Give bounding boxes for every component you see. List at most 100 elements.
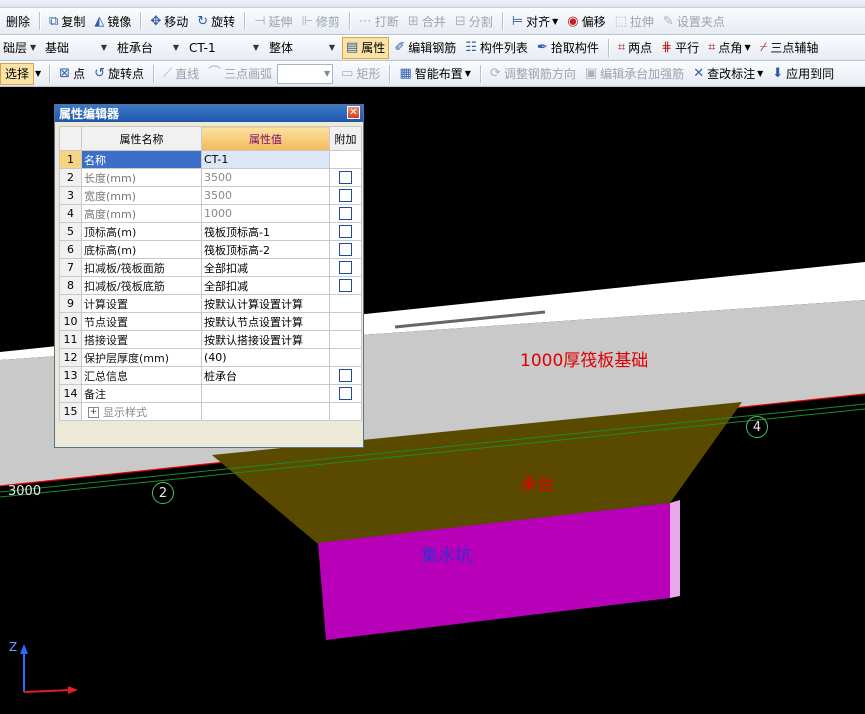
category-select[interactable]: 基础 ▼: [42, 38, 110, 58]
point-button[interactable]: ⊠ 点: [55, 63, 89, 85]
align-button[interactable]: ⊨ 对齐 ▼: [508, 10, 563, 32]
arc-button[interactable]: ⌒ 三点画弧: [204, 63, 276, 85]
grip-button[interactable]: ✎ 设置夹点: [659, 10, 729, 32]
table-row[interactable]: 11 搭接设置 按默认搭接设置计算: [59, 330, 362, 349]
extend-button[interactable]: ⊣ 延伸: [250, 10, 296, 32]
chevron-down-icon: ▼: [464, 69, 471, 78]
split-button[interactable]: ⊟ 分割: [451, 10, 497, 32]
extra-checkbox[interactable]: [339, 225, 352, 239]
table-row[interactable]: 5 顶标高(m) 筏板顶标高-1: [59, 222, 362, 241]
trim-button[interactable]: ⊩ 修剪: [298, 10, 344, 32]
extra-checkbox[interactable]: [339, 207, 352, 221]
table-row[interactable]: 2 长度(mm) 3500: [59, 168, 362, 187]
x-axis-arrow: [68, 686, 78, 694]
property-value[interactable]: [201, 402, 330, 421]
three-point-axis-button[interactable]: ⌿ 三点辅轴: [756, 37, 823, 59]
expand-icon[interactable]: +: [88, 407, 99, 418]
extra-checkbox[interactable]: [339, 369, 352, 383]
property-value[interactable]: 按默认搭接设置计算: [201, 330, 330, 349]
align-icon: ⊨: [511, 13, 524, 29]
table-row[interactable]: 4 高度(mm) 1000: [59, 204, 362, 223]
property-value[interactable]: 桩承台: [201, 366, 330, 385]
move-button[interactable]: ✥ 移动: [146, 10, 192, 32]
property-value[interactable]: 3500: [201, 186, 330, 205]
rectangle-button[interactable]: ▭ 矩形: [337, 63, 384, 85]
pile-cap-label: 承台: [520, 475, 554, 495]
property-name-text: 节点设置: [84, 315, 128, 329]
offset-button[interactable]: ◉ 偏移: [563, 10, 609, 32]
element-select[interactable]: CT-1 ▼: [186, 38, 262, 58]
table-row[interactable]: 15 + 显示样式: [59, 402, 362, 421]
close-button[interactable]: ✕: [347, 106, 360, 119]
floor-select[interactable]: 础层 ▼: [0, 38, 38, 58]
rotate-point-button[interactable]: ↺ 旋转点: [90, 63, 148, 85]
apply-to-same-button[interactable]: ⬇ 应用到同: [768, 63, 838, 85]
table-row[interactable]: 3 宽度(mm) 3500: [59, 186, 362, 205]
property-name-text: 汇总信息: [84, 369, 128, 383]
break-button[interactable]: ⋯ 打断: [355, 10, 403, 32]
extra-cell: [329, 276, 362, 295]
table-row[interactable]: 6 底标高(m) 筏板顶标高-2: [59, 240, 362, 259]
table-row[interactable]: 12 保护层厚度(mm) (40): [59, 348, 362, 367]
property-value[interactable]: 全部扣减: [201, 276, 330, 295]
property-value[interactable]: 1000: [201, 204, 330, 223]
merge-button[interactable]: ⊞ 合并: [404, 10, 450, 32]
extra-cell: [329, 204, 362, 223]
type-select[interactable]: 桩承台 ▼: [114, 38, 182, 58]
extra-checkbox[interactable]: [339, 261, 352, 275]
row-number: 12: [59, 348, 82, 367]
property-value[interactable]: 全部扣减: [201, 258, 330, 277]
stretch-button[interactable]: ⬚ 拉伸: [611, 10, 658, 32]
property-value[interactable]: 筏板顶标高-1: [201, 222, 330, 241]
rotate-icon: ↻: [197, 13, 209, 29]
adjust-rebar-direction-button[interactable]: ⟳ 调整钢筋方向: [486, 63, 580, 85]
property-value[interactable]: CT-1: [201, 150, 330, 169]
z-axis-arrow: [20, 644, 28, 654]
scope-select[interactable]: 整体 ▼: [266, 38, 338, 58]
table-row[interactable]: 7 扣减板/筏板面筋 全部扣减: [59, 258, 362, 277]
arc-options-select[interactable]: ▼: [277, 63, 334, 84]
property-button[interactable]: ▤ 属性: [342, 36, 390, 59]
panel-title-bar[interactable]: 属性编辑器 ✕: [55, 105, 363, 122]
property-value[interactable]: (40): [201, 348, 330, 367]
table-row[interactable]: 14 备注: [59, 384, 362, 403]
row-number: 14: [59, 384, 82, 403]
property-editor-panel: 属性编辑器 ✕ 属性名称 属性值 附加 1 名称 CT-1 2 长度(mm) 3500 3 宽…: [54, 104, 364, 448]
extra-checkbox[interactable]: [339, 171, 352, 185]
chevron-down-icon: ▼: [324, 69, 331, 78]
select-button[interactable]: 选择: [0, 62, 35, 85]
property-value[interactable]: [201, 384, 330, 403]
property-value[interactable]: 按默认计算设置计算: [201, 294, 330, 313]
property-value[interactable]: 按默认节点设置计算: [201, 312, 330, 331]
property-value[interactable]: 筏板顶标高-2: [201, 240, 330, 259]
copy-button[interactable]: ⧉ 复制: [45, 10, 89, 32]
annotation-button[interactable]: ✕ 查改标注 ▼: [689, 63, 767, 85]
smart-layout-button[interactable]: ▦ 智能布置 ▼: [395, 63, 474, 85]
property-name-text: 底标高(m): [84, 243, 137, 257]
point-angle-button[interactable]: ⌗ 点角 ▼: [704, 37, 755, 59]
delete-button[interactable]: 删除: [2, 10, 34, 32]
edit-rebar-button[interactable]: ✐ 编辑钢筋: [390, 37, 460, 59]
extra-checkbox[interactable]: [339, 243, 352, 257]
extra-checkbox[interactable]: [339, 387, 352, 401]
sump-pit-label: 集水坑: [421, 546, 472, 566]
rotate-button[interactable]: ↻ 旋转: [193, 10, 239, 32]
line-button[interactable]: ⟋ 直线: [159, 63, 203, 85]
pick-component-button[interactable]: ✒ 拾取构件: [533, 37, 603, 59]
component-list-button[interactable]: ☷ 构件列表: [461, 37, 532, 59]
chevron-down-icon[interactable]: ▼: [35, 69, 41, 78]
extra-checkbox[interactable]: [339, 189, 352, 203]
row-number: 9: [59, 294, 82, 313]
table-row[interactable]: 8 扣减板/筏板底筋 全部扣减: [59, 276, 362, 295]
edit-reinforcement-button[interactable]: ▣ 编辑承台加强筋: [581, 63, 688, 85]
table-row[interactable]: 9 计算设置 按默认计算设置计算: [59, 294, 362, 313]
property-value[interactable]: 3500: [201, 168, 330, 187]
table-row[interactable]: 10 节点设置 按默认节点设置计算: [59, 312, 362, 331]
table-row[interactable]: 13 汇总信息 桩承台: [59, 366, 362, 385]
extra-checkbox[interactable]: [339, 279, 352, 293]
two-point-button[interactable]: ⌗ 两点: [614, 37, 656, 59]
table-row[interactable]: 1 名称 CT-1: [59, 150, 362, 169]
parallel-button[interactable]: ⋕ 平行: [657, 37, 703, 59]
mirror-button[interactable]: ◭ 镜像: [90, 10, 135, 32]
row-number: 13: [59, 366, 82, 385]
